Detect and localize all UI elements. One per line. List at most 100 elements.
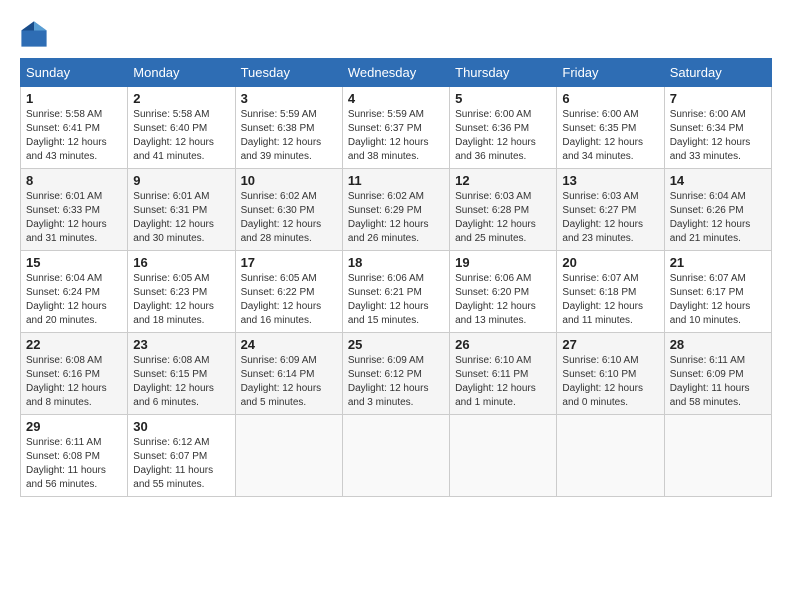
day-number: 19: [455, 255, 551, 270]
calendar-week-row: 29 Sunrise: 6:11 AMSunset: 6:08 PMDaylig…: [21, 415, 772, 497]
day-info: Sunrise: 6:10 AMSunset: 6:10 PMDaylight:…: [562, 355, 643, 408]
day-number: 11: [348, 173, 444, 188]
calendar-cell: 18 Sunrise: 6:06 AMSunset: 6:21 PMDaylig…: [342, 251, 449, 333]
day-info: Sunrise: 5:59 AMSunset: 6:38 PMDaylight:…: [241, 109, 322, 162]
calendar-cell: 1 Sunrise: 5:58 AMSunset: 6:41 PMDayligh…: [21, 87, 128, 169]
calendar-cell: 4 Sunrise: 5:59 AMSunset: 6:37 PMDayligh…: [342, 87, 449, 169]
day-number: 21: [670, 255, 766, 270]
day-info: Sunrise: 6:03 AMSunset: 6:27 PMDaylight:…: [562, 191, 643, 244]
calendar-cell: 28 Sunrise: 6:11 AMSunset: 6:09 PMDaylig…: [664, 333, 771, 415]
day-number: 24: [241, 337, 337, 352]
day-number: 2: [133, 91, 229, 106]
day-number: 22: [26, 337, 122, 352]
calendar-week-row: 22 Sunrise: 6:08 AMSunset: 6:16 PMDaylig…: [21, 333, 772, 415]
day-number: 8: [26, 173, 122, 188]
day-info: Sunrise: 6:00 AMSunset: 6:36 PMDaylight:…: [455, 109, 536, 162]
calendar-cell: 27 Sunrise: 6:10 AMSunset: 6:10 PMDaylig…: [557, 333, 664, 415]
calendar-cell: 14 Sunrise: 6:04 AMSunset: 6:26 PMDaylig…: [664, 169, 771, 251]
calendar-cell: [342, 415, 449, 497]
day-number: 3: [241, 91, 337, 106]
day-number: 23: [133, 337, 229, 352]
calendar-cell: [235, 415, 342, 497]
day-info: Sunrise: 6:05 AMSunset: 6:23 PMDaylight:…: [133, 273, 214, 326]
calendar-cell: 10 Sunrise: 6:02 AMSunset: 6:30 PMDaylig…: [235, 169, 342, 251]
day-number: 29: [26, 419, 122, 434]
day-number: 13: [562, 173, 658, 188]
calendar-cell: 7 Sunrise: 6:00 AMSunset: 6:34 PMDayligh…: [664, 87, 771, 169]
day-info: Sunrise: 6:05 AMSunset: 6:22 PMDaylight:…: [241, 273, 322, 326]
day-info: Sunrise: 6:11 AMSunset: 6:08 PMDaylight:…: [26, 437, 106, 490]
calendar-table: SundayMondayTuesdayWednesdayThursdayFrid…: [20, 58, 772, 497]
calendar-cell: [557, 415, 664, 497]
day-info: Sunrise: 6:02 AMSunset: 6:29 PMDaylight:…: [348, 191, 429, 244]
day-number: 17: [241, 255, 337, 270]
day-number: 28: [670, 337, 766, 352]
day-number: 5: [455, 91, 551, 106]
day-number: 16: [133, 255, 229, 270]
day-header-saturday: Saturday: [664, 59, 771, 87]
day-info: Sunrise: 6:10 AMSunset: 6:11 PMDaylight:…: [455, 355, 536, 408]
calendar-cell: 2 Sunrise: 5:58 AMSunset: 6:40 PMDayligh…: [128, 87, 235, 169]
calendar-cell: 22 Sunrise: 6:08 AMSunset: 6:16 PMDaylig…: [21, 333, 128, 415]
day-number: 26: [455, 337, 551, 352]
day-info: Sunrise: 5:58 AMSunset: 6:40 PMDaylight:…: [133, 109, 214, 162]
calendar-cell: [664, 415, 771, 497]
calendar-header-row: SundayMondayTuesdayWednesdayThursdayFrid…: [21, 59, 772, 87]
calendar-cell: 21 Sunrise: 6:07 AMSunset: 6:17 PMDaylig…: [664, 251, 771, 333]
day-info: Sunrise: 5:58 AMSunset: 6:41 PMDaylight:…: [26, 109, 107, 162]
day-header-tuesday: Tuesday: [235, 59, 342, 87]
calendar-cell: 3 Sunrise: 5:59 AMSunset: 6:38 PMDayligh…: [235, 87, 342, 169]
calendar-cell: 20 Sunrise: 6:07 AMSunset: 6:18 PMDaylig…: [557, 251, 664, 333]
day-header-friday: Friday: [557, 59, 664, 87]
day-number: 20: [562, 255, 658, 270]
day-number: 12: [455, 173, 551, 188]
day-info: Sunrise: 6:00 AMSunset: 6:35 PMDaylight:…: [562, 109, 643, 162]
day-number: 30: [133, 419, 229, 434]
calendar-cell: 8 Sunrise: 6:01 AMSunset: 6:33 PMDayligh…: [21, 169, 128, 251]
day-number: 25: [348, 337, 444, 352]
day-header-thursday: Thursday: [450, 59, 557, 87]
calendar-cell: [450, 415, 557, 497]
calendar-cell: 12 Sunrise: 6:03 AMSunset: 6:28 PMDaylig…: [450, 169, 557, 251]
day-info: Sunrise: 6:08 AMSunset: 6:15 PMDaylight:…: [133, 355, 214, 408]
day-number: 15: [26, 255, 122, 270]
day-number: 10: [241, 173, 337, 188]
day-info: Sunrise: 6:12 AMSunset: 6:07 PMDaylight:…: [133, 437, 213, 490]
day-info: Sunrise: 6:00 AMSunset: 6:34 PMDaylight:…: [670, 109, 751, 162]
calendar-cell: 24 Sunrise: 6:09 AMSunset: 6:14 PMDaylig…: [235, 333, 342, 415]
day-info: Sunrise: 6:07 AMSunset: 6:17 PMDaylight:…: [670, 273, 751, 326]
calendar-cell: 30 Sunrise: 6:12 AMSunset: 6:07 PMDaylig…: [128, 415, 235, 497]
day-number: 27: [562, 337, 658, 352]
day-info: Sunrise: 6:11 AMSunset: 6:09 PMDaylight:…: [670, 355, 750, 408]
day-number: 18: [348, 255, 444, 270]
day-info: Sunrise: 6:06 AMSunset: 6:20 PMDaylight:…: [455, 273, 536, 326]
calendar-cell: 19 Sunrise: 6:06 AMSunset: 6:20 PMDaylig…: [450, 251, 557, 333]
day-info: Sunrise: 6:02 AMSunset: 6:30 PMDaylight:…: [241, 191, 322, 244]
calendar-cell: 25 Sunrise: 6:09 AMSunset: 6:12 PMDaylig…: [342, 333, 449, 415]
day-header-monday: Monday: [128, 59, 235, 87]
logo: [20, 20, 52, 48]
calendar-cell: 17 Sunrise: 6:05 AMSunset: 6:22 PMDaylig…: [235, 251, 342, 333]
day-info: Sunrise: 5:59 AMSunset: 6:37 PMDaylight:…: [348, 109, 429, 162]
day-header-sunday: Sunday: [21, 59, 128, 87]
calendar-cell: 6 Sunrise: 6:00 AMSunset: 6:35 PMDayligh…: [557, 87, 664, 169]
calendar-cell: 11 Sunrise: 6:02 AMSunset: 6:29 PMDaylig…: [342, 169, 449, 251]
day-info: Sunrise: 6:06 AMSunset: 6:21 PMDaylight:…: [348, 273, 429, 326]
day-info: Sunrise: 6:07 AMSunset: 6:18 PMDaylight:…: [562, 273, 643, 326]
day-info: Sunrise: 6:09 AMSunset: 6:12 PMDaylight:…: [348, 355, 429, 408]
day-number: 6: [562, 91, 658, 106]
day-number: 4: [348, 91, 444, 106]
calendar-cell: 13 Sunrise: 6:03 AMSunset: 6:27 PMDaylig…: [557, 169, 664, 251]
calendar-cell: 9 Sunrise: 6:01 AMSunset: 6:31 PMDayligh…: [128, 169, 235, 251]
calendar-week-row: 8 Sunrise: 6:01 AMSunset: 6:33 PMDayligh…: [21, 169, 772, 251]
calendar-cell: 16 Sunrise: 6:05 AMSunset: 6:23 PMDaylig…: [128, 251, 235, 333]
day-number: 1: [26, 91, 122, 106]
calendar-cell: 5 Sunrise: 6:00 AMSunset: 6:36 PMDayligh…: [450, 87, 557, 169]
day-number: 14: [670, 173, 766, 188]
calendar-week-row: 1 Sunrise: 5:58 AMSunset: 6:41 PMDayligh…: [21, 87, 772, 169]
calendar-cell: 26 Sunrise: 6:10 AMSunset: 6:11 PMDaylig…: [450, 333, 557, 415]
calendar-cell: 15 Sunrise: 6:04 AMSunset: 6:24 PMDaylig…: [21, 251, 128, 333]
day-info: Sunrise: 6:08 AMSunset: 6:16 PMDaylight:…: [26, 355, 107, 408]
day-info: Sunrise: 6:01 AMSunset: 6:31 PMDaylight:…: [133, 191, 214, 244]
day-info: Sunrise: 6:01 AMSunset: 6:33 PMDaylight:…: [26, 191, 107, 244]
